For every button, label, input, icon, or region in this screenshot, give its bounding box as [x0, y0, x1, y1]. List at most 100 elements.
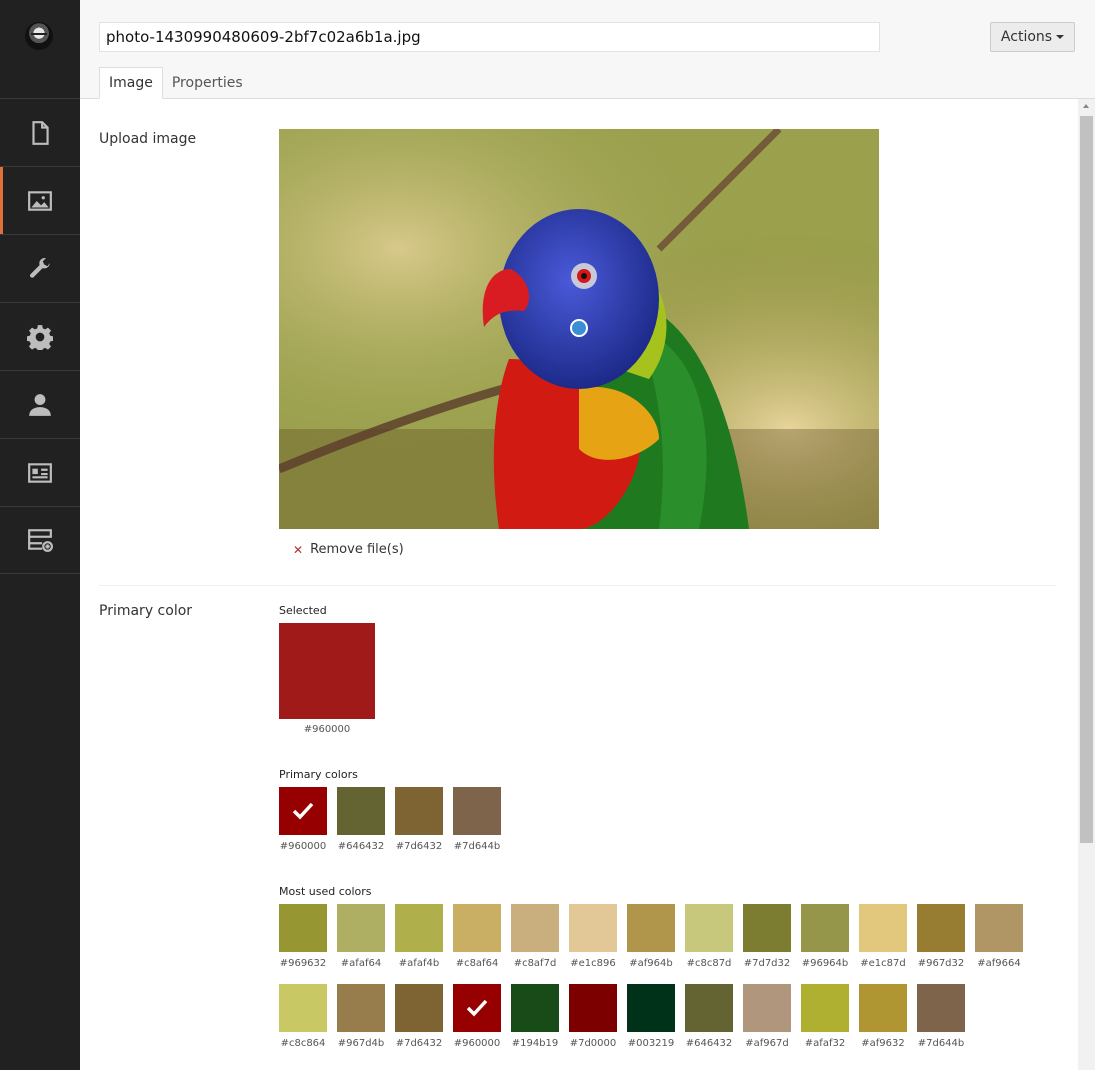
section-divider	[99, 585, 1056, 586]
color-swatch-box[interactable]	[685, 984, 733, 1032]
sidebar-item-users[interactable]	[0, 370, 80, 438]
color-swatch-hex: #e1c87d	[860, 958, 906, 969]
color-swatch[interactable]: #7d6432	[395, 984, 443, 1049]
color-swatch[interactable]: #af964b	[627, 904, 675, 969]
color-swatch[interactable]: #af9664	[975, 904, 1023, 969]
color-swatch[interactable]: #af9632	[859, 984, 907, 1049]
color-swatch-box[interactable]	[859, 984, 907, 1032]
color-swatch-box[interactable]	[453, 904, 501, 952]
color-swatch-hex: #960000	[279, 841, 327, 852]
sidebar-item-documents[interactable]	[0, 98, 80, 166]
color-swatch-box[interactable]	[279, 904, 327, 952]
color-swatch-box[interactable]	[569, 904, 617, 952]
primary-color-label: Primary color	[99, 603, 193, 619]
color-swatch[interactable]: #003219	[627, 984, 675, 1049]
color-swatch-box[interactable]	[395, 904, 443, 952]
color-swatch-box[interactable]	[395, 984, 443, 1032]
actions-button[interactable]: Actions	[990, 22, 1075, 52]
color-swatch-hex: #646432	[685, 1038, 733, 1049]
color-swatch[interactable]: #7d6432	[395, 787, 443, 852]
color-swatch-box[interactable]	[743, 984, 791, 1032]
color-swatch[interactable]: #960000	[453, 984, 501, 1049]
filename-input[interactable]	[99, 22, 880, 52]
color-swatch-box[interactable]	[801, 904, 849, 952]
color-swatch[interactable]: #c8c87d	[685, 904, 733, 969]
color-swatch[interactable]: #c8af64	[453, 904, 501, 969]
color-swatch-box[interactable]	[801, 984, 849, 1032]
sidebar-item-tools[interactable]	[0, 234, 80, 302]
color-swatch-hex: #7d644b	[453, 841, 501, 852]
color-swatch[interactable]: #646432	[685, 984, 733, 1049]
remove-files-link[interactable]: ✕ Remove file(s)	[293, 542, 404, 557]
tab-properties[interactable]: Properties	[163, 67, 252, 99]
color-swatch-hex: #af964b	[629, 958, 673, 969]
scroll-thumb[interactable]	[1080, 116, 1093, 843]
sidebar-item-contacts[interactable]	[0, 438, 80, 506]
color-swatch-box[interactable]	[569, 984, 617, 1032]
gear-icon	[27, 324, 53, 350]
color-swatch-box[interactable]	[743, 904, 791, 952]
color-swatch-hex: #af967d	[745, 1038, 789, 1049]
color-swatch-box[interactable]	[337, 984, 385, 1032]
color-swatch-box[interactable]	[975, 904, 1023, 952]
color-swatch[interactable]: #7d644b	[917, 984, 965, 1049]
color-swatch[interactable]: #96964b	[801, 904, 849, 969]
upload-image-label: Upload image	[99, 131, 197, 147]
color-swatch[interactable]: #afaf64	[337, 904, 385, 969]
color-swatch-hex: #194b19	[511, 1038, 559, 1049]
color-swatch[interactable]: #646432	[337, 787, 385, 852]
sidebar-item-images[interactable]	[0, 166, 80, 234]
sidebar	[0, 0, 80, 1070]
selected-color-hex: #960000	[303, 724, 351, 735]
color-swatch[interactable]: #e1c896	[569, 904, 617, 969]
tab-bar: Image Properties	[99, 67, 252, 99]
sidebar-item-settings[interactable]	[0, 302, 80, 370]
primary-colors-title: Primary colors	[279, 768, 358, 781]
color-swatch-box[interactable]	[337, 904, 385, 952]
color-swatch[interactable]: #c8c864	[279, 984, 327, 1049]
scroll-up-arrow-icon[interactable]	[1083, 104, 1089, 108]
most-used-colors-title: Most used colors	[279, 885, 372, 898]
color-swatch-box[interactable]	[917, 904, 965, 952]
color-swatch[interactable]: #c8af7d	[511, 904, 559, 969]
color-swatch[interactable]: #967d4b	[337, 984, 385, 1049]
color-swatch-box[interactable]	[511, 904, 559, 952]
sidebar-nav	[0, 98, 80, 574]
color-swatch-box[interactable]	[627, 984, 675, 1032]
remove-files-label: Remove file(s)	[310, 542, 404, 557]
color-swatch[interactable]: #afaf32	[801, 984, 849, 1049]
avatar[interactable]	[25, 22, 53, 50]
color-swatch[interactable]: #960000	[279, 787, 327, 852]
image-icon	[28, 190, 52, 211]
color-swatch-box[interactable]	[453, 984, 501, 1032]
color-swatch-box[interactable]	[685, 904, 733, 952]
color-swatch[interactable]: #7d0000	[569, 984, 617, 1049]
color-swatch[interactable]: #7d644b	[453, 787, 501, 852]
tab-image[interactable]: Image	[99, 67, 163, 99]
color-swatch-box[interactable]	[337, 787, 385, 835]
color-swatch-hex: #c8c87d	[686, 958, 732, 969]
focal-point-marker[interactable]	[570, 319, 588, 337]
sidebar-item-storage[interactable]	[0, 506, 80, 574]
most-used-colors-row-2: #c8c864 #967d4b #7d6432 #960000 #194b19 #7d00…	[279, 984, 965, 1049]
color-swatch[interactable]: #e1c87d	[859, 904, 907, 969]
color-swatch-box[interactable]	[859, 904, 907, 952]
color-swatch-box[interactable]	[279, 787, 327, 835]
color-swatch-box[interactable]	[279, 984, 327, 1032]
color-swatch-hex: #7d0000	[569, 1038, 617, 1049]
color-swatch[interactable]: #967d32	[917, 904, 965, 969]
color-swatch[interactable]: #afaf4b	[395, 904, 443, 969]
color-swatch-hex: #967d32	[917, 958, 965, 969]
color-swatch[interactable]: #af967d	[743, 984, 791, 1049]
color-swatch-box[interactable]	[917, 984, 965, 1032]
color-swatch-box[interactable]	[627, 904, 675, 952]
color-swatch-hex: #7d6432	[395, 1038, 443, 1049]
color-swatch-box[interactable]	[511, 984, 559, 1032]
color-swatch-hex: #7d6432	[395, 841, 443, 852]
color-swatch[interactable]: #194b19	[511, 984, 559, 1049]
color-swatch-box[interactable]	[453, 787, 501, 835]
color-swatch-box[interactable]	[395, 787, 443, 835]
color-swatch[interactable]: #7d7d32	[743, 904, 791, 969]
color-swatch[interactable]: #969632	[279, 904, 327, 969]
scrollbar[interactable]	[1078, 99, 1095, 1070]
